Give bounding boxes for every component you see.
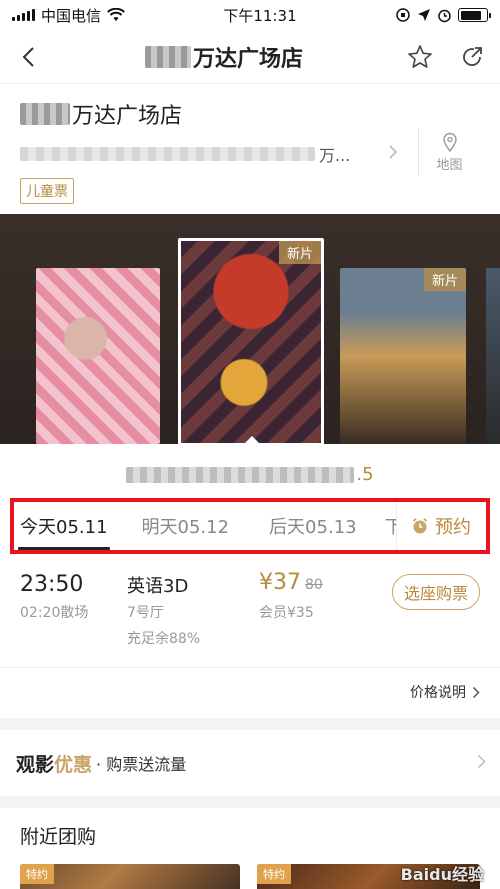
favorite-button[interactable] bbox=[406, 43, 434, 71]
chevron-right-icon bbox=[472, 686, 480, 698]
carrier-label: 中国电信 bbox=[41, 6, 102, 25]
movie-poster[interactable] bbox=[36, 268, 160, 444]
chevron-right-icon[interactable] bbox=[388, 144, 398, 160]
chevron-left-icon bbox=[22, 46, 34, 67]
wifi-icon bbox=[107, 8, 125, 21]
share-button[interactable] bbox=[458, 43, 486, 71]
tab-today[interactable]: 今天05.11 bbox=[16, 502, 112, 550]
page-title: 万达广场店 bbox=[144, 41, 303, 73]
status-right bbox=[395, 7, 491, 23]
movie-title: .5 bbox=[0, 464, 500, 485]
hall: 7号厅 bbox=[127, 605, 164, 621]
movie-poster-selected[interactable]: 新片 bbox=[178, 238, 324, 444]
deal-badge: 特约 bbox=[257, 864, 291, 884]
nav-actions bbox=[406, 43, 486, 71]
redacted-city-2 bbox=[20, 103, 70, 125]
redacted-movie-title bbox=[126, 466, 355, 483]
status-left: 中国电信 bbox=[12, 5, 125, 26]
alarm-icon bbox=[438, 9, 451, 22]
status-bar: 中国电信 下午11:31 bbox=[0, 0, 500, 30]
price-note-link[interactable]: 价格说明 bbox=[410, 672, 480, 712]
map-button[interactable]: 地图 bbox=[418, 128, 480, 176]
chevron-right-icon bbox=[477, 754, 486, 769]
new-badge: 新片 bbox=[423, 268, 466, 291]
map-pin-icon bbox=[442, 132, 457, 152]
cinema-address: 万... bbox=[20, 142, 380, 166]
back-button[interactable] bbox=[14, 43, 42, 71]
poster-carousel[interactable]: 新片 新片 bbox=[0, 214, 500, 444]
watermark: Baidu经验 bbox=[400, 865, 484, 884]
alarm-clock-icon bbox=[412, 518, 428, 534]
tab-tomorrow[interactable]: 明天05.12 bbox=[138, 502, 234, 550]
share-icon bbox=[463, 46, 482, 66]
page-title-text: 万达广场店 bbox=[192, 46, 303, 72]
map-label: 地图 bbox=[436, 157, 463, 173]
showtime-row[interactable]: 23:50 02:20散场 英语3D 7号厅 充足余88% ¥37 80 会员¥… bbox=[0, 560, 500, 668]
new-badge: 新片 bbox=[278, 241, 321, 264]
cinema-name: 万达广场店 bbox=[20, 98, 480, 130]
cinema-name-text: 万达广场店 bbox=[72, 104, 183, 129]
current-price: ¥37 bbox=[259, 570, 301, 595]
original-price: 80 bbox=[305, 577, 323, 593]
redacted-address bbox=[20, 147, 315, 161]
date-tabs: 今天05.11 明天05.12 后天05.13 下 预约 bbox=[10, 498, 490, 554]
battery-icon bbox=[458, 8, 491, 22]
reserve-button[interactable]: 预约 bbox=[396, 502, 486, 550]
language-format: 英语3D bbox=[127, 576, 189, 597]
movie-poster[interactable] bbox=[486, 268, 500, 444]
section-divider bbox=[0, 796, 500, 808]
section-divider bbox=[0, 718, 500, 730]
nearby-title: 附近团购 bbox=[20, 826, 97, 848]
deal-badge: 特约 bbox=[20, 864, 54, 884]
promo-subtitle: · 购票送流量 bbox=[96, 755, 187, 774]
tab-day-after[interactable]: 后天05.13 bbox=[265, 502, 361, 550]
carousel-pointer bbox=[243, 436, 261, 445]
ticket-tag: 儿童票 bbox=[20, 178, 74, 204]
star-icon bbox=[408, 44, 432, 68]
deal-thumbnail[interactable]: 特约 bbox=[20, 864, 240, 889]
reserve-label: 预约 bbox=[435, 517, 471, 538]
seat-availability: 充足余88% bbox=[127, 631, 201, 647]
member-price: 会员¥35 bbox=[259, 605, 314, 621]
signal-icon bbox=[12, 9, 35, 21]
price-note-label: 价格说明 bbox=[410, 685, 466, 701]
redacted-city bbox=[144, 45, 191, 68]
price: ¥37 80 bbox=[259, 570, 323, 595]
location-arrow-icon bbox=[418, 9, 430, 21]
address-suffix: 万... bbox=[319, 146, 351, 165]
nav-bar: 万达广场店 bbox=[0, 30, 500, 84]
buy-ticket-button[interactable]: 选座购票 bbox=[392, 574, 480, 610]
movie-poster[interactable]: 新片 bbox=[340, 268, 466, 444]
start-time: 23:50 bbox=[20, 572, 84, 597]
promo-title: 观影 bbox=[16, 753, 55, 776]
promo-banner[interactable]: 观影 优惠 · 购票送流量 bbox=[0, 730, 500, 796]
clock: 下午11:31 bbox=[223, 6, 297, 25]
promo-accent: 优惠 bbox=[54, 753, 93, 776]
orientation-lock-icon bbox=[396, 8, 410, 22]
movie-rating-suffix: .5 bbox=[356, 464, 374, 485]
end-time: 02:20散场 bbox=[20, 605, 89, 621]
